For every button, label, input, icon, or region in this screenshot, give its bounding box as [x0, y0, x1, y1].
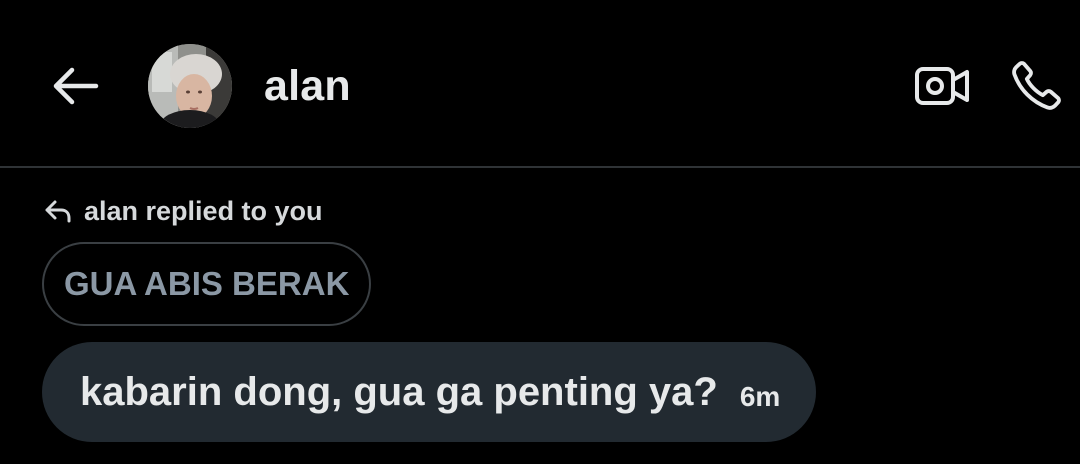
- phone-icon: [1012, 61, 1061, 110]
- quoted-message[interactable]: GUA ABIS BERAK: [42, 242, 372, 326]
- arrow-left-icon: [53, 67, 99, 105]
- quoted-message-text: GUA ABIS BERAK: [64, 265, 350, 302]
- avatar-photo: [148, 44, 232, 128]
- video-call-button[interactable]: [910, 58, 974, 114]
- message-bubble[interactable]: kabarin dong, gua ga penting ya? 6m: [42, 342, 817, 442]
- message-text: kabarin dong, gua ga penting ya?: [80, 370, 718, 414]
- dm-conversation-screen: alan alan replied to you GUA ABIS BERAK …: [0, 0, 1080, 464]
- video-camera-icon: [915, 67, 969, 105]
- message-timestamp: 6m: [739, 381, 781, 412]
- reply-context-label: alan replied to you: [84, 196, 323, 226]
- reply-arrow-icon: [42, 197, 74, 225]
- contact-avatar[interactable]: [148, 44, 232, 128]
- reply-context: alan replied to you: [42, 192, 323, 230]
- contact-name[interactable]: alan: [264, 58, 351, 114]
- conversation-header: alan: [0, 0, 1080, 168]
- voice-call-button[interactable]: [1004, 52, 1070, 118]
- back-button[interactable]: [44, 60, 106, 112]
